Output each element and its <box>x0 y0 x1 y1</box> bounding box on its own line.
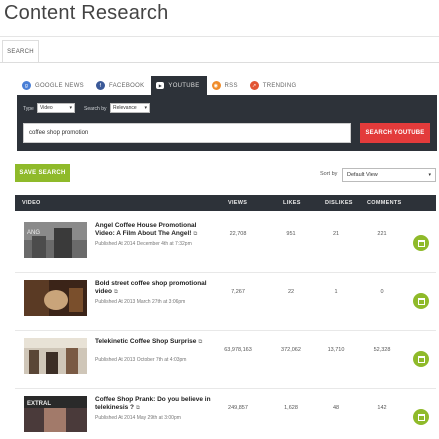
video-thumbnail[interactable] <box>24 280 87 316</box>
video-thumbnail[interactable]: ANG <box>24 222 87 258</box>
published-date: Published At 2013 March 27th at 3:06pm <box>95 299 186 305</box>
svg-text:EXTRAL: EXTRAL <box>27 401 51 407</box>
video-title-link[interactable]: Angel Coffee House Promotional Video: A … <box>95 222 215 238</box>
dislikes-count: 21 <box>332 231 340 237</box>
tab-label: RSS <box>224 82 238 89</box>
search-youtube-button[interactable]: SEARCH YOUTUBE <box>360 123 430 143</box>
video-title: Angel Coffee House Promotional Video: A … <box>95 222 197 237</box>
tab-label: TRENDING <box>262 82 297 89</box>
published-date: Published At 2014 May 29th at 3:00pm <box>95 415 181 421</box>
likes-count: 1,628 <box>284 405 298 411</box>
views-count: 22,708 <box>229 231 247 237</box>
tab-search[interactable]: SEARCH <box>2 40 39 62</box>
google-icon: g <box>22 81 31 90</box>
video-title: Bold street coffee shop promotional vide… <box>95 280 207 295</box>
video-title-link[interactable]: Telekinetic Coffee Shop Surprise ⧉ <box>95 338 215 346</box>
title-divider <box>0 36 439 37</box>
external-link-icon[interactable]: ⧉ <box>136 404 140 412</box>
search-panel: Type Video ▾ Search by Relevance ▾ coffe… <box>17 95 437 151</box>
table-row: ANG Angel Coffee House Promotional Video… <box>15 215 436 273</box>
dislikes-count: 13,710 <box>327 347 345 353</box>
search-input[interactable]: coffee shop promotion <box>23 123 351 143</box>
col-likes[interactable]: LIKES <box>283 200 301 206</box>
published-date: Published At 2014 December 4th at 7:32pm <box>95 241 192 247</box>
col-video: VIDEO <box>22 200 41 206</box>
tab-facebook[interactable]: f FACEBOOK <box>91 76 151 95</box>
external-link-icon[interactable]: ⧉ <box>198 338 202 346</box>
video-thumbnail[interactable]: EXTRAL <box>24 396 87 432</box>
video-title: Telekinetic Coffee Shop Surprise <box>95 338 197 345</box>
youtube-icon: ▶ <box>156 82 165 89</box>
trending-icon: ↗ <box>249 81 259 90</box>
chevron-down-icon: ▾ <box>69 105 72 111</box>
sort-select[interactable]: Default View ▾ <box>342 168 436 182</box>
likes-count: 22 <box>287 289 295 295</box>
tab-label: GOOGLE NEWS <box>35 82 84 89</box>
likes-count: 951 <box>286 231 296 237</box>
table-row: Telekinetic Coffee Shop Surprise ⧉ Publis… <box>15 331 436 389</box>
sort-select-value: Default View <box>347 172 378 178</box>
likes-count: 372,062 <box>281 347 301 353</box>
search-by-select[interactable]: Relevance ▾ <box>110 103 150 113</box>
video-title: Coffee Shop Prank: Do you believe in tel… <box>95 396 211 411</box>
col-views[interactable]: VIEWS <box>228 200 247 206</box>
video-thumbnail[interactable] <box>24 338 87 374</box>
tab-label: YOUTUBE <box>168 82 200 89</box>
comments-count: 0 <box>380 289 384 295</box>
dislikes-count: 1 <box>334 289 338 295</box>
search-by-label: Search by <box>84 106 107 112</box>
schedule-button[interactable] <box>413 409 429 425</box>
facebook-icon: f <box>95 81 105 90</box>
chevron-down-icon: ▾ <box>428 172 431 178</box>
type-select[interactable]: Video ▾ <box>37 103 75 113</box>
col-dislikes[interactable]: DISLIKES <box>325 200 353 206</box>
table-row: Bold street coffee shop promotional vide… <box>15 273 436 331</box>
calendar-icon <box>417 297 425 305</box>
tab-rss[interactable]: ◉ RSS <box>207 76 245 95</box>
type-label: Type <box>23 106 34 112</box>
schedule-button[interactable] <box>413 293 429 309</box>
external-link-icon[interactable]: ⧉ <box>114 288 118 296</box>
tab-youtube[interactable]: ▶ YOUTUBE <box>151 76 207 95</box>
tab-divider <box>0 62 439 63</box>
tab-google-news[interactable]: g GOOGLE NEWS <box>17 76 91 95</box>
comments-count: 142 <box>377 405 387 411</box>
search-by-select-value: Relevance <box>113 105 137 111</box>
calendar-icon <box>417 355 425 363</box>
views-count: 249,857 <box>228 405 248 411</box>
page-title: Content Research <box>4 2 169 24</box>
tab-label: FACEBOOK <box>108 82 145 89</box>
dislikes-count: 48 <box>332 405 340 411</box>
table-row: EXTRAL Coffee Shop Prank: Do you believe… <box>15 389 436 439</box>
schedule-button[interactable] <box>413 235 429 251</box>
table-header: VIDEO VIEWS LIKES DISLIKES COMMENTS <box>15 195 436 211</box>
schedule-button[interactable] <box>413 351 429 367</box>
video-title-link[interactable]: Coffee Shop Prank: Do you believe in tel… <box>95 396 215 412</box>
type-select-value: Video <box>40 105 53 111</box>
svg-text:ANG: ANG <box>27 230 40 236</box>
views-count: 7,267 <box>231 289 245 295</box>
published-date: Published At 2013 October 7th at 4:03pm <box>95 357 187 363</box>
calendar-icon <box>417 239 425 247</box>
chevron-down-icon: ▾ <box>144 105 147 111</box>
comments-count: 52,328 <box>373 347 391 353</box>
source-tabs: g GOOGLE NEWS f FACEBOOK ▶ YOUTUBE ◉ RSS… <box>17 76 304 95</box>
external-link-icon[interactable]: ⧉ <box>193 230 197 238</box>
tab-trending[interactable]: ↗ TRENDING <box>245 76 304 95</box>
video-title-link[interactable]: Bold street coffee shop promotional vide… <box>95 280 215 296</box>
views-count: 63,978,163 <box>224 347 252 353</box>
sort-by-label: Sort by <box>320 171 338 177</box>
rss-icon: ◉ <box>211 81 221 90</box>
col-comments[interactable]: COMMENTS <box>367 200 401 206</box>
comments-count: 221 <box>377 231 387 237</box>
save-search-button[interactable]: SAVE SEARCH <box>15 164 70 182</box>
calendar-icon <box>417 413 425 421</box>
